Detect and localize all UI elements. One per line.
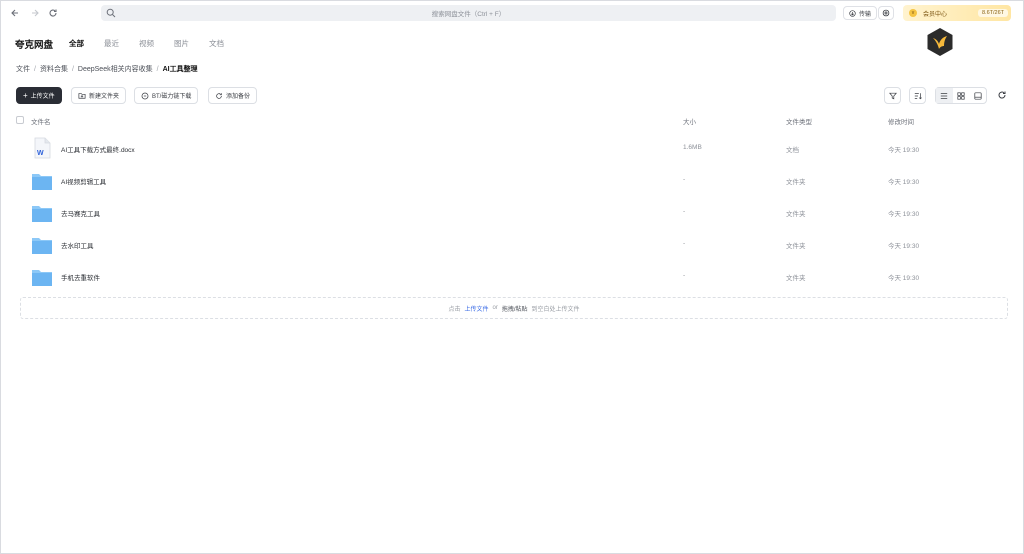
reload-icon[interactable] (45, 5, 61, 21)
category-tabs: 全部 最近 视频 图片 文档 (69, 38, 224, 49)
settings-button[interactable] (878, 6, 894, 20)
file-type: 文件夹 (786, 211, 806, 218)
file-type: 文档 (786, 147, 799, 154)
breadcrumb-item-files[interactable]: 文件 (16, 64, 30, 74)
upload-button[interactable]: + 上传文件 (16, 87, 62, 104)
grid-view-icon[interactable] (953, 88, 970, 103)
back-arrow-icon[interactable] (7, 5, 23, 21)
file-modified-time: 今天 19:30 (888, 275, 920, 282)
folder-icon (32, 270, 52, 286)
storage-usage: 8.6T/26T (977, 9, 1008, 17)
file-name[interactable]: 手机去重软件 (61, 272, 100, 282)
dropzone-prefix: 点击 (448, 306, 461, 313)
filter-icon (888, 92, 897, 99)
plus-icon: + (23, 90, 28, 100)
table-row[interactable]: AI视频剪辑工具 - 文件夹 今天 19:30 (1, 165, 1023, 195)
new-folder-button[interactable]: 新建文件夹 (71, 87, 127, 104)
breadcrumb-item-deepseek[interactable]: DeepSeek相关内容收集 (78, 64, 153, 74)
view-switcher (935, 87, 987, 104)
add-backup-button[interactable]: 添加备份 (208, 87, 258, 104)
search-input[interactable]: 搜索网盘文件（Ctrl + F） (101, 5, 836, 21)
file-type: 文件夹 (786, 243, 806, 250)
file-name[interactable]: AI视频剪辑工具 (61, 176, 106, 186)
dropzone-drag-text: 拖拽/粘贴 (501, 306, 528, 313)
file-modified-time: 今天 19:30 (888, 243, 920, 250)
table-row[interactable]: W AI工具下载方式最终.docx 1.6MB 文档 今天 19:30 (1, 133, 1023, 163)
filter-button[interactable] (884, 87, 901, 104)
tab-video[interactable]: 视频 (139, 38, 154, 49)
transfer-label: 传输 (859, 11, 872, 18)
list-view-icon[interactable] (936, 88, 953, 103)
add-backup-label: 添加备份 (226, 94, 251, 100)
vip-center-button[interactable]: v 会员中心 8.6T/26T (903, 5, 1011, 21)
file-name[interactable]: 去马赛克工具 (61, 208, 100, 218)
vip-badge-icon: v (909, 9, 917, 17)
file-modified-time: 今天 19:30 (888, 147, 920, 154)
gear-icon (882, 9, 890, 17)
search-placeholder: 搜索网盘文件（Ctrl + F） (431, 11, 506, 18)
sort-button[interactable] (909, 87, 926, 104)
vip-label: 会员中心 (923, 11, 948, 18)
transfer-icon (849, 9, 856, 17)
table-row[interactable]: 去马赛克工具 - 文件夹 今天 19:30 (1, 197, 1023, 227)
breadcrumb-item-current: AI工具整理 (162, 66, 198, 73)
folder-icon (32, 238, 52, 254)
table-row[interactable]: 去水印工具 - 文件夹 今天 19:30 (1, 229, 1023, 259)
breadcrumb: 文件 / 资料合集 / DeepSeek相关内容收集 / AI工具整理 (16, 64, 198, 74)
magnet-link-icon (141, 92, 149, 99)
top-bar: 搜索网盘文件（Ctrl + F） 传输 v 会员中心 8.6T/26T (1, 1, 1023, 25)
table-row[interactable]: 手机去重软件 - 文件夹 今天 19:30 (1, 261, 1023, 291)
dropzone-suffix: 到空白处上传文件 (531, 306, 580, 313)
preview-view-icon[interactable] (969, 88, 986, 103)
file-size: 1.6MB (683, 144, 702, 151)
folder-icon (32, 206, 52, 222)
header-size[interactable]: 大小 (683, 116, 696, 126)
tab-recent[interactable]: 最近 (104, 38, 119, 49)
table-header: 文件名 大小 文件类型 修改时间 (1, 113, 1023, 129)
svg-text:W: W (37, 150, 44, 157)
sync-icon (216, 92, 222, 99)
word-doc-icon: W (34, 137, 51, 159)
file-modified-time: 今天 19:30 (888, 179, 920, 186)
dropzone-upload-link[interactable]: 上传文件 (464, 304, 488, 313)
file-type: 文件夹 (786, 275, 806, 282)
tab-image[interactable]: 图片 (174, 38, 189, 49)
header-type[interactable]: 文件类型 (786, 116, 812, 126)
avatar[interactable] (925, 27, 955, 57)
bt-download-label: BT/磁力链下载 (152, 94, 192, 100)
sort-icon (914, 92, 922, 99)
tab-all[interactable]: 全部 (69, 38, 84, 49)
breadcrumb-item-collection[interactable]: 资料合集 (40, 64, 68, 74)
file-size: - (683, 208, 686, 215)
dropzone-or: or (492, 305, 498, 311)
forward-arrow-icon[interactable] (27, 5, 43, 21)
select-all-checkbox[interactable] (16, 116, 24, 124)
header-time[interactable]: 修改时间 (888, 116, 914, 126)
refresh-icon[interactable] (995, 88, 1009, 102)
file-size: - (683, 240, 686, 247)
breadcrumb-separator: / (156, 65, 159, 73)
folder-icon (32, 174, 52, 190)
file-name[interactable]: AI工具下载方式最终.docx (61, 144, 135, 154)
header-name[interactable]: 文件名 (31, 116, 51, 126)
file-type: 文件夹 (786, 179, 806, 186)
upload-dropzone[interactable]: 点击 上传文件 or 拖拽/粘贴 到空白处上传文件 (20, 297, 1008, 319)
file-size: - (683, 272, 686, 279)
file-name[interactable]: 去水印工具 (61, 240, 94, 250)
tab-document[interactable]: 文档 (209, 38, 224, 49)
file-modified-time: 今天 19:30 (888, 211, 920, 218)
file-size: - (683, 176, 686, 183)
new-folder-icon (78, 93, 86, 99)
new-folder-label: 新建文件夹 (89, 94, 120, 100)
bt-download-button[interactable]: BT/磁力链下载 (134, 87, 199, 104)
upload-label: 上传文件 (30, 94, 55, 100)
breadcrumb-separator: / (71, 65, 74, 73)
search-icon (106, 8, 116, 18)
brand-title: 夸克网盘 (15, 40, 54, 51)
transfer-button[interactable]: 传输 (843, 6, 878, 20)
breadcrumb-separator: / (34, 65, 36, 73)
